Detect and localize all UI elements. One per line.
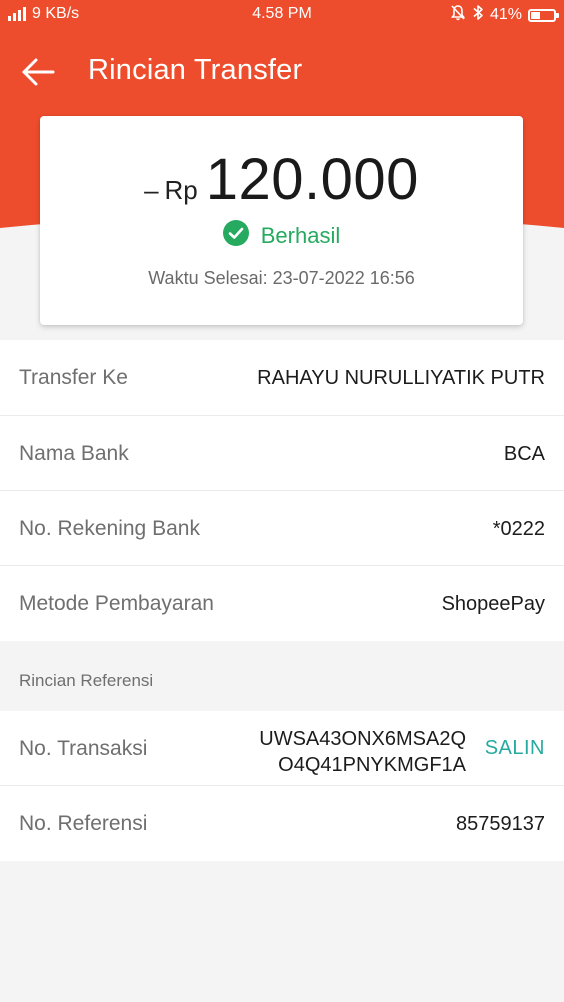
amount-sign: – [144, 175, 159, 205]
amount-row: – Rp 120.000 [40, 146, 523, 213]
status-bar: 9 KB/s 4.58 PM 41% [0, 0, 564, 30]
detail-value: 85759137 [456, 813, 545, 835]
transfer-details-list: Transfer Ke RAHAYU NURULLIYATIK PUTR Nam… [0, 340, 564, 641]
amount-currency: Rp [164, 175, 198, 205]
page-title: Rincian Transfer [88, 54, 303, 86]
detail-row-payment-method: Metode Pembayaran ShopeePay [0, 566, 564, 641]
detail-row-bank-name: Nama Bank BCA [0, 416, 564, 491]
completion-time-label: Waktu Selesai: [148, 268, 268, 288]
detail-value: BCA [503, 443, 545, 465]
bluetooth-icon [472, 4, 484, 26]
app-bar: Rincian Transfer [0, 40, 564, 104]
detail-label: No. Rekening Bank [19, 517, 200, 540]
status-bar-right: 41% [450, 4, 559, 26]
transaction-number: UWSA43ONX6MSA2Q O4Q41PNYKMGF1A [226, 726, 466, 778]
section-title: Rincian Referensi [19, 671, 154, 690]
back-button[interactable] [14, 50, 62, 94]
amount-value: 120.000 [205, 147, 419, 212]
detail-label: Transfer Ke [19, 366, 128, 389]
battery-percent: 41% [489, 6, 522, 23]
detail-row-transfer-to: Transfer Ke RAHAYU NURULLIYATIK PUTR [0, 340, 564, 416]
detail-label: Nama Bank [19, 442, 129, 465]
detail-row-account-number: No. Rekening Bank *0222 [0, 491, 564, 566]
reference-section-header: Rincian Referensi [0, 647, 564, 711]
transaction-number-line1: UWSA43ONX6MSA2Q [259, 728, 466, 750]
reference-details-list: No. Transaksi UWSA43ONX6MSA2Q O4Q41PNYKM… [0, 711, 564, 861]
detail-label: Metode Pembayaran [19, 592, 214, 615]
arrow-left-icon [22, 58, 55, 86]
status-row: Berhasil [40, 220, 523, 251]
status-badge: Berhasil [260, 222, 341, 248]
detail-value: RAHAYU NURULLIYATIK PUTR [257, 367, 545, 389]
detail-label: No. Transaksi [19, 737, 148, 760]
detail-value: *0222 [492, 518, 545, 540]
mute-icon [450, 4, 466, 26]
transfer-summary-card: – Rp 120.000 Berhasil Waktu Selesai: 23-0… [40, 116, 523, 325]
detail-row-transaction-number: No. Transaksi UWSA43ONX6MSA2Q O4Q41PNYKM… [0, 711, 564, 786]
check-circle-icon [222, 220, 249, 251]
copy-button[interactable]: SALIN [485, 737, 545, 760]
completion-time-value: 23-07-2022 16:56 [272, 268, 415, 288]
battery-level [531, 11, 540, 19]
detail-row-reference-number: No. Referensi 85759137 [0, 786, 564, 861]
completion-time: Waktu Selesai: 23-07-2022 16:56 [40, 268, 523, 289]
detail-label: No. Referensi [19, 812, 148, 835]
detail-value: ShopeePay [441, 593, 545, 615]
battery-icon [528, 8, 559, 22]
transaction-number-line2: O4Q41PNYKMGF1A [278, 754, 466, 776]
